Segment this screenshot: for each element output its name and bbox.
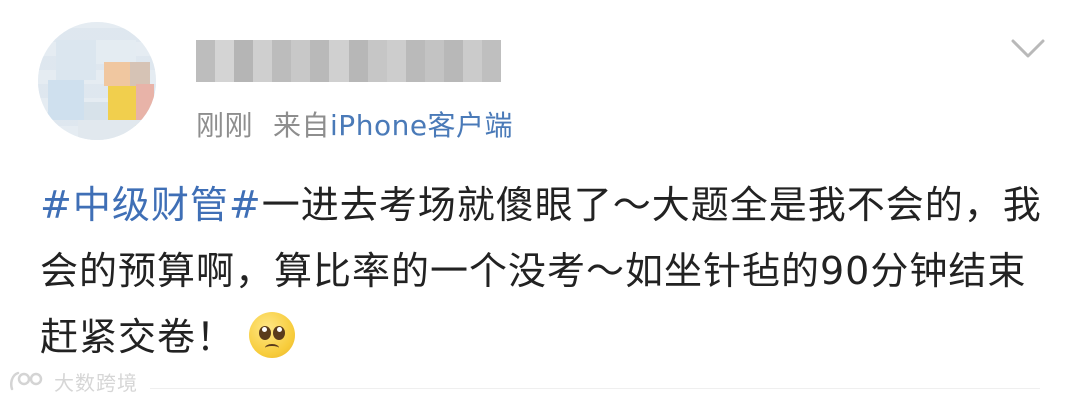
avatar[interactable] xyxy=(38,22,156,140)
brand-logo-icon xyxy=(10,371,43,391)
chevron-down-icon[interactable] xyxy=(1010,36,1046,62)
pleading-face-icon xyxy=(249,312,296,358)
watermark: 大数跨境 xyxy=(8,366,138,396)
post-content: #中级财管#一进去考场就傻眼了～大题全是我不会的，我会的预算啊，算比率的一个没考… xyxy=(40,172,1050,370)
divider xyxy=(150,388,1040,389)
post-time: 刚刚 xyxy=(196,109,254,142)
source-prefix: 来自 xyxy=(273,109,331,142)
author-name[interactable] xyxy=(196,40,501,82)
watermark-text: 大数跨境 xyxy=(54,370,138,395)
post-meta: 刚刚 来自iPhone客户端 xyxy=(196,104,513,144)
client-link[interactable]: iPhone客户端 xyxy=(330,109,513,142)
hashtag-link[interactable]: #中级财管# xyxy=(40,183,262,227)
